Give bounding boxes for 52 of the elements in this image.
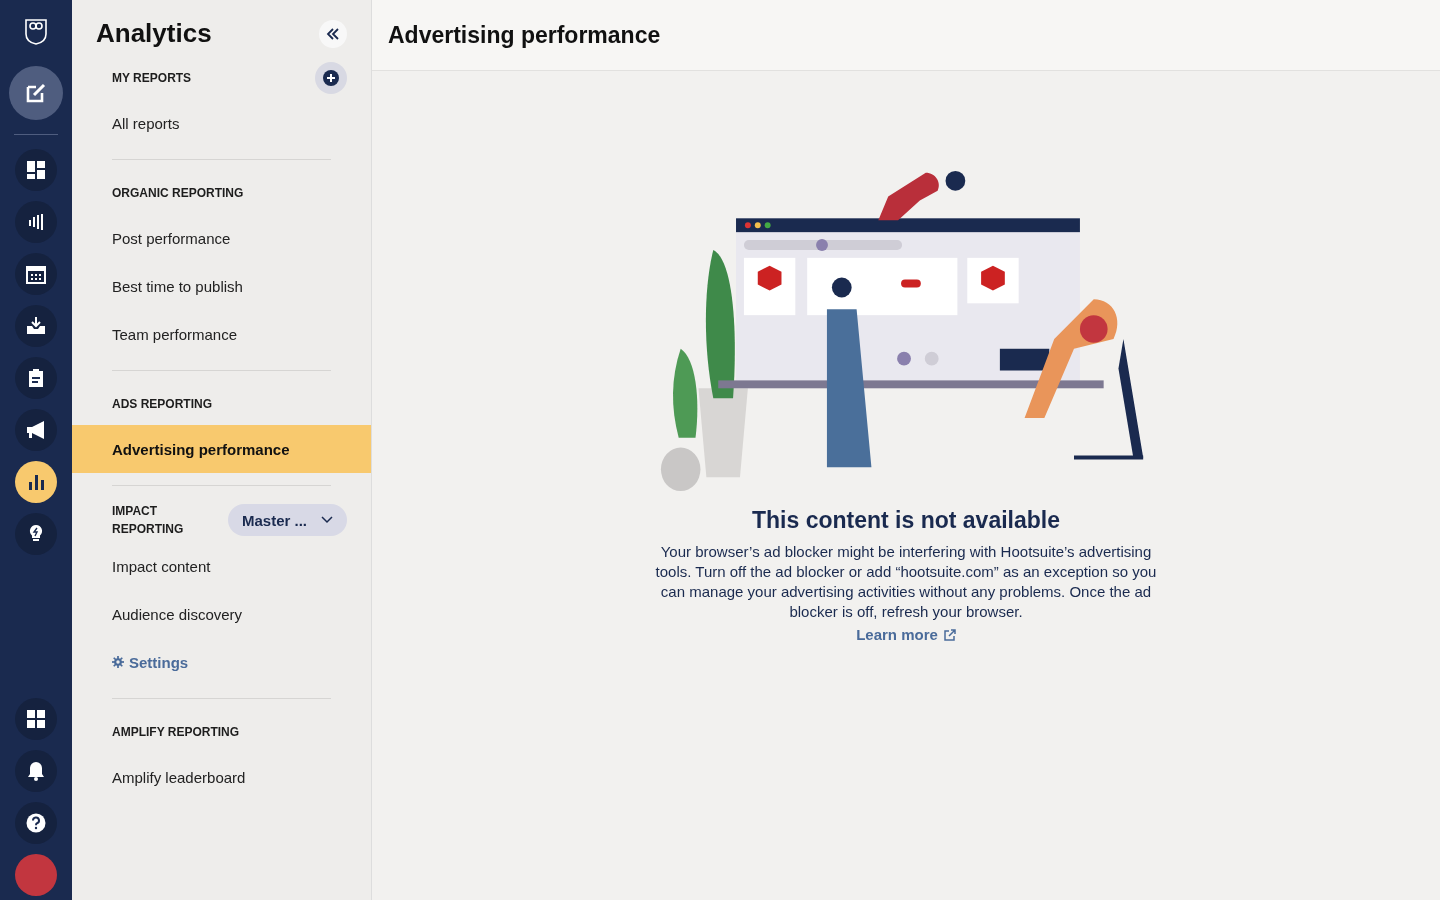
report-link[interactable]: Team performance	[72, 310, 371, 358]
bell-icon	[26, 761, 46, 781]
streams-nav-button[interactable]	[15, 201, 57, 243]
insights-nav-button[interactable]	[15, 513, 57, 555]
page-title: Advertising performance	[388, 21, 661, 49]
dashboard-icon	[26, 160, 46, 180]
chevron-down-icon	[321, 516, 333, 524]
compose-icon	[24, 81, 48, 105]
calendar-nav-button[interactable]	[15, 253, 57, 295]
dashboard-nav-button[interactable]	[15, 149, 57, 191]
report-link[interactable]: Advertising performance	[72, 425, 371, 473]
collapse-button[interactable]	[319, 19, 347, 48]
report-link[interactable]: Amplify leaderboard	[72, 753, 371, 801]
clipboard-nav-button[interactable]	[15, 357, 57, 399]
owl-logo-icon[interactable]	[24, 18, 48, 46]
report-link[interactable]: Post performance	[72, 214, 371, 262]
inbox-icon	[26, 316, 46, 336]
notifications-button[interactable]	[15, 750, 57, 792]
grid-icon	[26, 709, 46, 729]
report-dropdown[interactable]: Master ...	[227, 504, 347, 536]
external-link-icon	[943, 628, 956, 641]
section-heading: IMPACT REPORTING	[112, 503, 185, 538]
section-heading: AMPLIFY REPORTING	[112, 724, 240, 741]
analytics-nav-button[interactable]	[15, 461, 57, 503]
help-icon	[26, 813, 46, 833]
learn-more-link[interactable]: Learn more	[856, 626, 956, 643]
section-heading: MY REPORTS	[112, 70, 192, 87]
megaphone-icon	[26, 420, 46, 440]
inbox-nav-button[interactable]	[15, 305, 57, 347]
compose-button[interactable]	[9, 66, 63, 120]
message-text: Your browser’s ad blocker might be interfering with Hootsuite’s advertising tools. Turn off the ad blocker or add “hootsuite.com” as an exception so you can manage your advertising activities without any problems. Once the ad blocker is off, refresh your browser.	[654, 542, 1158, 622]
user-avatar[interactable]	[15, 854, 57, 896]
apps-button[interactable]	[15, 698, 57, 740]
gear-icon	[112, 656, 124, 668]
bars-icon	[26, 212, 46, 232]
panel-title: Analytics	[96, 18, 212, 49]
settings-link[interactable]: Settings	[72, 638, 371, 686]
bar-chart-icon	[26, 472, 46, 492]
ads-nav-button[interactable]	[15, 409, 57, 451]
section-heading: ORGANIC REPORTING	[112, 185, 244, 202]
double-chevron-left-icon	[326, 27, 340, 40]
report-link[interactable]: Impact content	[72, 542, 371, 590]
help-button[interactable]	[15, 802, 57, 844]
report-link[interactable]: Best time to publish	[72, 262, 371, 310]
message-heading: This content is not available	[752, 507, 1060, 534]
add-report-button[interactable]	[315, 62, 347, 94]
calendar-icon	[26, 264, 46, 284]
report-link[interactable]: Audience discovery	[72, 590, 371, 638]
clipboard-icon	[26, 368, 46, 388]
plus-circle-icon	[323, 70, 339, 86]
report-link[interactable]: All reports	[72, 99, 371, 147]
section-heading: ADS REPORTING	[112, 396, 212, 413]
